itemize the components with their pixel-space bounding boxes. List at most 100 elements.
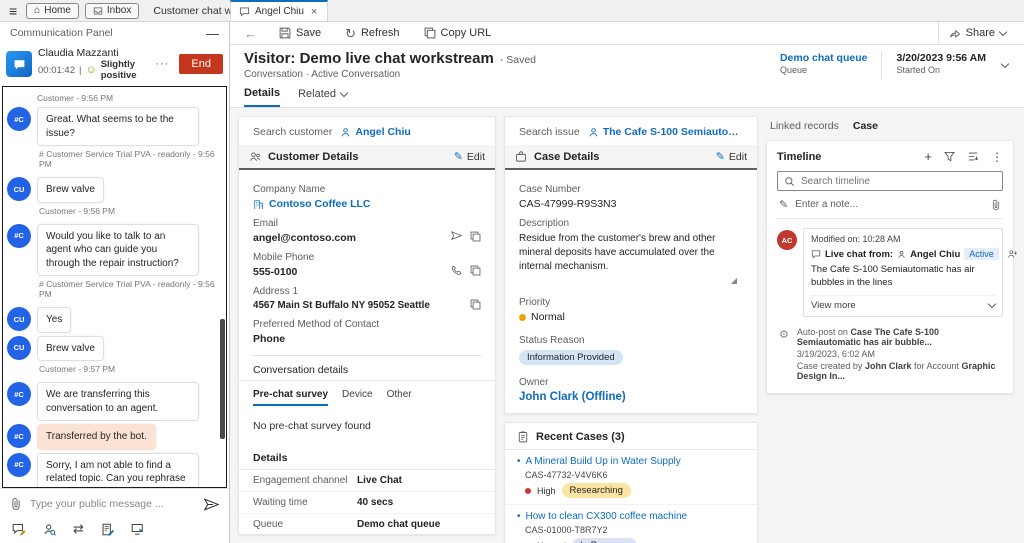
tab-prechat-survey[interactable]: Pre-chat survey xyxy=(253,389,328,406)
form-header-chevron-icon[interactable] xyxy=(1001,60,1009,68)
save-icon xyxy=(279,27,291,39)
timeline-entry-livechat[interactable]: AC Modified on: 10:28 AM Live chat from:… xyxy=(777,228,1003,317)
recent-case-link[interactable]: How to clean CX300 coffee machine xyxy=(526,511,688,522)
case-lookup[interactable]: The Cafe S-100 Semiautomatic has air bu.… xyxy=(588,126,743,138)
recent-cases-icon xyxy=(517,431,529,443)
timeline-more-icon[interactable]: ⋮ xyxy=(991,150,1003,164)
copy-icon[interactable] xyxy=(470,299,481,310)
back-button[interactable]: ← xyxy=(236,26,265,41)
refresh-button[interactable]: ↻ Refresh xyxy=(335,22,409,44)
communication-panel-title: Communication Panel xyxy=(10,27,113,39)
chat-message-customer: CU Brew valve Customer - 9:57 PM xyxy=(7,336,220,380)
timeline-search-box[interactable] xyxy=(777,171,1003,191)
message-bubble: Yes xyxy=(37,307,71,333)
chat-message-bot: #C Sorry, I am not able to find a relate… xyxy=(7,453,220,489)
edit-case-button[interactable]: ✎ Edit xyxy=(716,150,747,163)
separator: | xyxy=(79,65,81,76)
copy-url-button[interactable]: Copy URL xyxy=(414,22,502,44)
owner-label: Owner xyxy=(519,377,743,388)
description-value[interactable]: Residue from the customer's brew and oth… xyxy=(519,232,743,274)
enter-note-field[interactable]: ✎ Enter a note... xyxy=(777,191,1003,219)
tab-related-label: Related xyxy=(298,88,336,100)
chat-transcript[interactable]: Customer - 9:56 PM #C Great. What seems … xyxy=(2,86,227,488)
recent-cases-card: Recent Cases (3) • A Mineral Build Up in… xyxy=(504,422,758,543)
send-email-icon[interactable] xyxy=(451,231,462,241)
avatar: AC xyxy=(777,230,797,250)
share-label: Share xyxy=(966,27,995,39)
expand-records-icon[interactable] xyxy=(967,151,979,162)
bullet-icon: • xyxy=(517,456,521,467)
quick-replies-icon[interactable] xyxy=(12,523,26,536)
customer-lookup[interactable]: Angel Chiu xyxy=(340,126,410,138)
copy-icon[interactable] xyxy=(470,265,481,276)
attach-icon[interactable] xyxy=(10,497,22,511)
chat-message-bot: #C We are transferring this conversation… xyxy=(7,382,220,421)
entry-contact-link[interactable]: Angel Chiu xyxy=(910,249,960,260)
company-name-link[interactable]: Contoso Coffee LLC xyxy=(253,198,481,210)
owner-link[interactable]: John Clark (Offline) xyxy=(519,391,743,403)
call-icon[interactable] xyxy=(451,265,462,276)
consult-icon[interactable] xyxy=(43,523,56,536)
priority-value[interactable]: Normal xyxy=(519,311,743,323)
row-label: Engagement channel xyxy=(253,475,357,486)
active-badge: Active xyxy=(964,248,999,260)
assign-icon[interactable] xyxy=(1007,249,1018,259)
transfer-icon[interactable]: ⇄ xyxy=(73,521,84,537)
timeline-card: Timeline + ⋮ ✎ Enter xyxy=(766,140,1014,394)
recent-case-link[interactable]: A Mineral Build Up in Water Supply xyxy=(526,456,681,467)
resize-handle-icon[interactable]: ◢ xyxy=(519,274,743,285)
hamburger-menu-icon[interactable]: ≡ xyxy=(6,3,20,19)
description-label: Description xyxy=(519,218,743,229)
chevron-down-icon xyxy=(999,27,1007,35)
recent-case-item[interactable]: • A Mineral Build Up in Water Supply CAS… xyxy=(505,450,757,505)
row-value: 40 secs xyxy=(357,497,393,508)
notes-icon[interactable] xyxy=(101,523,114,536)
tab-close-icon[interactable]: × xyxy=(309,6,319,18)
preferred-contact-value[interactable]: Phone xyxy=(253,333,481,345)
minimize-panel-icon[interactable]: — xyxy=(206,26,219,41)
edit-customer-button[interactable]: ✎ Edit xyxy=(454,150,485,163)
inbox-button[interactable]: Inbox xyxy=(85,3,139,19)
share-button[interactable]: Share xyxy=(938,22,1016,44)
home-icon: ⌂ xyxy=(34,5,40,16)
tab-device[interactable]: Device xyxy=(342,389,373,406)
chat-bubble-icon xyxy=(811,249,821,259)
copy-icon[interactable] xyxy=(470,231,481,242)
attach-icon[interactable] xyxy=(991,199,1001,211)
save-button[interactable]: Save xyxy=(269,22,331,44)
timeline-entry-autopost[interactable]: ⚙ Auto-post on Case The Cafe S-100 Semia… xyxy=(777,327,1003,385)
search-issue-label: Search issue xyxy=(519,126,580,138)
chat-channel-avatar xyxy=(6,51,32,77)
chat-scrollbar[interactable] xyxy=(220,319,225,439)
form-selector[interactable]: Active Conversation xyxy=(311,69,400,80)
end-conversation-button[interactable]: End xyxy=(179,54,223,74)
detail-row-engagement-channel: Engagement channel Live Chat xyxy=(239,470,495,492)
email-value[interactable]: angel@contoso.com xyxy=(253,232,451,244)
queue-value-link[interactable]: Demo chat queue xyxy=(780,52,868,64)
bot-avatar: #C xyxy=(7,224,31,248)
status-reason-pill[interactable]: Information Provided xyxy=(519,350,623,365)
home-button[interactable]: ⌂ Home xyxy=(26,3,79,19)
address-value[interactable]: 4567 Main St Buffalo NY 95052 Seattle xyxy=(253,300,470,311)
message-bubble: Great. What seems to be the issue? xyxy=(37,107,199,146)
tab-other[interactable]: Other xyxy=(387,389,412,406)
mobile-phone-value[interactable]: 555-0100 xyxy=(253,266,451,278)
cobrowse-icon[interactable] xyxy=(131,523,145,536)
public-message-input[interactable] xyxy=(30,498,196,510)
session-more-icon[interactable]: ··· xyxy=(151,58,173,70)
add-timeline-record-icon[interactable]: + xyxy=(924,149,932,164)
message-bubble: We are transferring this conversation to… xyxy=(37,382,199,421)
tab-details[interactable]: Details xyxy=(244,87,280,107)
tab-related[interactable]: Related xyxy=(298,87,347,107)
timeline-search-input[interactable] xyxy=(801,176,996,187)
refresh-label: Refresh xyxy=(361,27,400,39)
linked-records-case-tab[interactable]: Case xyxy=(853,120,878,132)
session-tab-angel-chiu[interactable]: Angel Chiu × xyxy=(230,0,328,21)
message-meta: Customer - 9:57 PM xyxy=(39,364,115,374)
prechat-empty-message: No pre-chat survey found xyxy=(239,406,495,442)
filter-icon[interactable] xyxy=(944,151,955,162)
view-more-toggle[interactable]: View more xyxy=(811,295,995,311)
status-reason-label: Status Reason xyxy=(519,335,743,346)
recent-case-item[interactable]: • How to clean CX300 coffee machine CAS-… xyxy=(505,505,757,543)
send-icon[interactable] xyxy=(204,498,219,511)
